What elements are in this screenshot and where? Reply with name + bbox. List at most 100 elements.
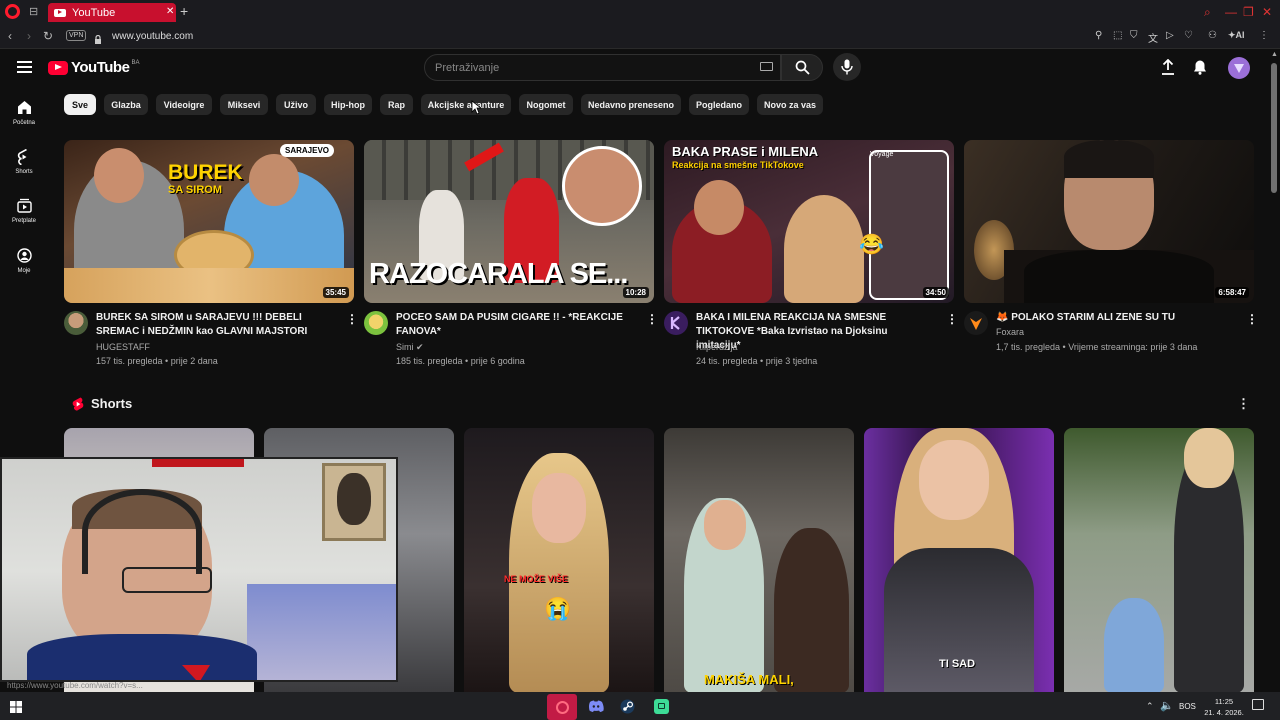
player-icon[interactable]: ▷ <box>1166 30 1174 41</box>
tab-close-icon[interactable]: ✕ <box>166 6 174 17</box>
forward-icon[interactable]: › <box>27 29 31 43</box>
chip-glazba[interactable]: Glazba <box>104 94 148 115</box>
scroll-up-icon[interactable]: ▲ <box>1271 51 1278 58</box>
short-card-6[interactable] <box>1064 428 1254 693</box>
video-thumbnail-2[interactable]: RAZOCARALA SE... 10:28 <box>364 140 654 303</box>
video-menu-icon[interactable]: ⋮ <box>1246 312 1258 326</box>
sidebar-item-shorts[interactable]: Shorts <box>0 149 48 175</box>
chip-nogomet[interactable]: Nogomet <box>519 94 573 115</box>
notifications-button[interactable] <box>1191 58 1209 76</box>
video-meta: 1,7 tis. pregleda • Vrijeme streaminga: … <box>996 342 1198 352</box>
chip-rap[interactable]: Rap <box>380 94 413 115</box>
tab-islands-icon[interactable]: ⊟ <box>29 5 38 18</box>
channel-name[interactable]: Simi ✔ <box>396 342 646 353</box>
taskbar-app-button[interactable] <box>651 697 671 715</box>
video-title[interactable]: POCEO SAM DA PUSIM CIGARE !! - *REAKCIJE… <box>396 311 634 339</box>
chip-uzivo[interactable]: Uživo <box>276 94 316 115</box>
discord-icon <box>589 700 604 712</box>
clock-date: 21. 4. 2026. <box>1204 708 1244 717</box>
video-thumbnail-1[interactable]: BUREK SA SIROM SARAJEVO 35:45 <box>64 140 354 303</box>
windows-start-icon[interactable] <box>10 700 22 713</box>
adblock-shield-icon[interactable]: ⛉ <box>1130 30 1138 41</box>
sidebar-item-subscriptions[interactable]: Pretplate <box>0 198 48 224</box>
snapshot-icon[interactable]: ⬚ <box>1113 30 1122 41</box>
taskbar-discord-button[interactable] <box>586 697 606 715</box>
new-tab-button[interactable]: + <box>180 3 188 19</box>
video-thumbnail-3[interactable]: BAKA PRASE i MILENA Reakcija na smešne T… <box>664 140 954 303</box>
guide-menu-icon[interactable] <box>17 61 32 73</box>
video-thumbnail-4[interactable]: 6:58:47 <box>964 140 1254 303</box>
scrollbar-thumb[interactable] <box>1271 63 1277 193</box>
back-icon[interactable]: ‹ <box>8 29 12 43</box>
sidebar-item-you[interactable]: Moje <box>0 248 48 274</box>
shorts-menu-icon[interactable]: ⋮ <box>1237 396 1250 412</box>
pin-icon[interactable]: ⚲ <box>1095 30 1102 41</box>
translate-icon[interactable]: 文 <box>1148 30 1158 45</box>
search-tabs-icon[interactable]: ⌕ <box>1204 5 1211 20</box>
voice-search-button[interactable] <box>833 53 861 81</box>
input-language[interactable]: BOS <box>1179 702 1196 711</box>
channel-name[interactable]: HUGESTAFF <box>96 342 346 352</box>
favorites-heart-icon[interactable]: ♡ <box>1184 30 1193 41</box>
create-upload-button[interactable] <box>1159 58 1177 76</box>
thumb-badge: SARAJEVO <box>280 144 335 157</box>
short-caption: MAKIŠA MALI, <box>704 672 794 687</box>
search-input[interactable]: Pretraživanje <box>424 54 781 81</box>
page-scrollbar[interactable]: ▲ <box>1268 49 1280 692</box>
url-field[interactable]: www.youtube.com <box>112 31 193 42</box>
short-card-5[interactable]: TI SAD <box>864 428 1054 693</box>
video-menu-icon[interactable]: ⋮ <box>346 312 358 326</box>
webcam-overlay <box>0 457 398 682</box>
minimize-button[interactable]: — <box>1225 5 1237 19</box>
video-title[interactable]: 🦊 POLAKO STARIM ALI ZENE SU TU <box>996 311 1234 325</box>
chip-videoigre[interactable]: Videoigre <box>156 94 212 115</box>
taskbar-clock[interactable]: 11:25 21. 4. 2026. <box>1203 696 1245 718</box>
channel-avatar[interactable] <box>664 311 688 335</box>
channel-name[interactable]: Foxara <box>996 327 1246 337</box>
video-menu-icon[interactable]: ⋮ <box>946 312 958 326</box>
reload-icon[interactable]: ↻ <box>43 29 53 43</box>
search-button[interactable] <box>781 54 823 81</box>
crying-emoji-icon: 😭 <box>544 596 572 621</box>
chip-pogledano[interactable]: Pogledano <box>689 94 749 115</box>
mouse-cursor-icon <box>471 100 481 115</box>
chip-novo-za-vas[interactable]: Novo za vas <box>757 94 823 115</box>
short-card-3[interactable]: NE MOŽE VIŠE 😭 <box>464 428 654 693</box>
channel-avatar[interactable] <box>364 311 388 335</box>
clock-time: 11:25 <box>1214 697 1234 706</box>
opera-logo-icon[interactable] <box>5 4 20 19</box>
volume-icon[interactable]: 🔈 <box>1160 699 1174 712</box>
shorts-icon <box>17 149 27 165</box>
video-title[interactable]: BUREK SA SIROM u SARAJEVU !!! DEBELI SRE… <box>96 311 334 339</box>
channel-avatar[interactable] <box>964 311 988 335</box>
browser-menu-icon[interactable]: ⋮ <box>1259 30 1269 41</box>
thumb-badge: Voyage <box>870 151 894 158</box>
chip-miksevi[interactable]: Miksevi <box>220 94 268 115</box>
tab-youtube[interactable]: YouTube <box>48 3 176 22</box>
close-window-button[interactable]: ✕ <box>1262 5 1272 19</box>
profile-icon[interactable]: ⚇ <box>1208 30 1217 41</box>
thumb-text-secondary: SA SIROM <box>168 184 222 196</box>
taskbar-steam-button[interactable] <box>617 697 637 715</box>
account-avatar[interactable] <box>1228 57 1250 79</box>
chip-nedavno-preneseno[interactable]: Nedavno preneseno <box>581 94 681 115</box>
notification-center-icon[interactable] <box>1252 699 1264 710</box>
youtube-logo[interactable]: YouTube BA <box>48 59 139 76</box>
short-caption: TI SAD <box>939 658 976 670</box>
channel-name[interactable]: Kliperdzija <box>696 342 946 352</box>
chip-hip-hop[interactable]: Hip-hop <box>324 94 372 115</box>
short-card-4[interactable]: MAKIŠA MALI, <box>664 428 854 693</box>
lock-icon[interactable] <box>94 31 102 44</box>
keyboard-icon[interactable] <box>760 62 773 71</box>
chip-sve[interactable]: Sve <box>64 94 96 115</box>
maximize-button[interactable]: ❐ <box>1243 5 1254 19</box>
aria-ai-button[interactable]: ✦AI <box>1228 30 1245 41</box>
vpn-badge[interactable]: VPN <box>66 30 87 41</box>
chip-akcijske-avanture[interactable]: Akcijske avanture <box>421 94 511 115</box>
taskbar-opera-button[interactable] <box>547 694 577 720</box>
tray-expand-icon[interactable]: ⌃ <box>1146 701 1154 712</box>
short-caption: NE MOŽE VIŠE <box>504 574 569 584</box>
video-menu-icon[interactable]: ⋮ <box>646 312 658 326</box>
channel-avatar[interactable] <box>64 311 88 335</box>
sidebar-item-home[interactable]: Početna <box>0 100 48 126</box>
